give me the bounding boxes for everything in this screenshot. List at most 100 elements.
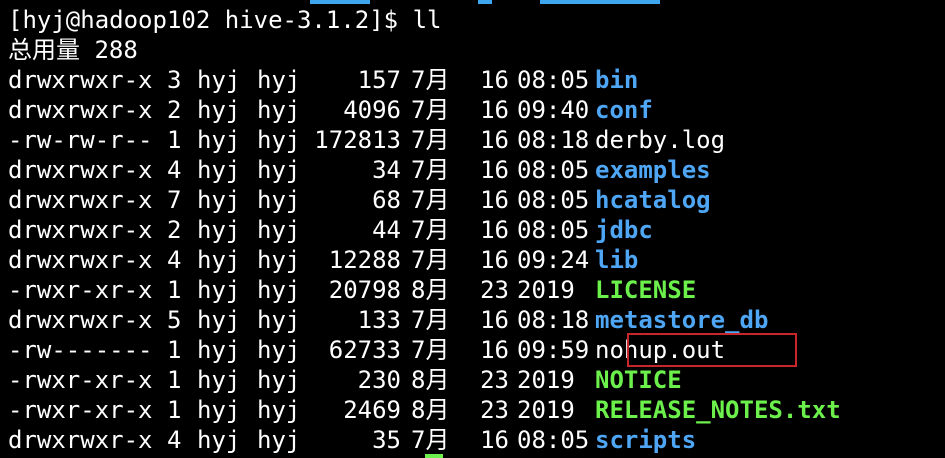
row-day: 16	[480, 186, 509, 214]
row-size: 62733	[328, 336, 401, 364]
row-name: RELEASE_NOTES.txt	[595, 396, 841, 424]
row-group: hyj	[257, 156, 301, 184]
row-day: 16	[480, 156, 509, 184]
row-day: 16	[480, 96, 509, 124]
row-size: 4096	[343, 96, 401, 124]
row-links: 4	[167, 426, 182, 454]
listing-row: -rwxr-xr-x 1 hyj hyj 20798 8月 23 2019 LICENSE	[8, 275, 696, 305]
row-links: 2	[167, 216, 182, 244]
row-owner: hyj	[197, 66, 241, 94]
row-day: 16	[480, 66, 509, 94]
row-time: 09:24	[517, 246, 590, 274]
row-links: 1	[167, 366, 182, 394]
row-size: 172813	[314, 126, 401, 154]
row-group: hyj	[257, 336, 301, 364]
row-perm: -rw-------	[8, 336, 153, 364]
row-day: 16	[480, 216, 509, 244]
row-links: 4	[167, 156, 182, 184]
row-links: 4	[167, 246, 182, 274]
row-links: 1	[167, 276, 182, 304]
row-group: hyj	[257, 366, 301, 394]
row-time: 08:05	[517, 66, 590, 94]
row-group: hyj	[257, 66, 301, 94]
row-links: 1	[167, 336, 182, 364]
listing-row: -rw------- 1 hyj hyj 62733 7月 16 09:59 nohup.out	[8, 335, 725, 365]
row-perm: -rwxr-xr-x	[8, 276, 153, 304]
row-month: 7月	[411, 426, 450, 454]
row-perm: drwxrwxr-x	[8, 186, 153, 214]
row-month: 8月	[411, 396, 450, 424]
listing-row: drwxrwxr-x 2 hyj hyj 44 7月 16 08:05 jdbc	[8, 215, 653, 245]
row-size: 230	[357, 366, 401, 394]
row-name: LICENSE	[595, 276, 697, 304]
row-day: 16	[480, 246, 509, 274]
row-name: NOTICE	[595, 366, 682, 394]
row-size: 44	[372, 216, 401, 244]
row-day: 23	[480, 366, 509, 394]
row-time: 09:59	[517, 336, 590, 364]
row-perm: -rw-rw-r--	[8, 126, 153, 154]
row-month: 8月	[411, 366, 450, 394]
row-perm: -rwxr-xr-x	[8, 396, 153, 424]
row-day: 16	[480, 306, 509, 334]
cut-off-text-fragment	[310, 0, 370, 4]
listing-row: drwxrwxr-x 7 hyj hyj 68 7月 16 08:05 hcatalog	[8, 185, 711, 215]
row-day: 16	[480, 336, 509, 364]
row-perm: drwxrwxr-x	[8, 246, 153, 274]
row-group: hyj	[257, 186, 301, 214]
row-month: 8月	[411, 276, 450, 304]
row-day: 23	[480, 396, 509, 424]
row-time: 08:18	[517, 306, 590, 334]
row-name: conf	[595, 96, 653, 124]
row-name: scripts	[595, 426, 697, 454]
listing-row: drwxrwxr-x 2 hyj hyj 4096 7月 16 09:40 conf	[8, 95, 653, 125]
shell-prompt: [hyj@hadoop102 hive-3.1.2]$ ll	[8, 6, 442, 34]
row-month: 7月	[411, 246, 450, 274]
row-time: 08:18	[517, 126, 590, 154]
row-time: 09:40	[517, 96, 590, 124]
row-size: 34	[372, 156, 401, 184]
row-group: hyj	[257, 126, 301, 154]
listing-row: -rw-rw-r-- 1 hyj hyj 172813 7月 16 08:18 derby.lo…	[8, 125, 725, 155]
row-month: 7月	[411, 156, 450, 184]
row-size: 35	[372, 426, 401, 454]
row-name: derby.log	[595, 126, 726, 154]
row-name: lib	[595, 246, 639, 274]
row-perm: drwxrwxr-x	[8, 306, 153, 334]
row-time: 08:05	[517, 426, 590, 454]
row-size: 2469	[343, 396, 401, 424]
row-size: 157	[357, 66, 401, 94]
row-links: 2	[167, 96, 182, 124]
row-owner: hyj	[197, 336, 241, 364]
row-owner: hyj	[197, 96, 241, 124]
row-group: hyj	[257, 246, 301, 274]
row-day: 16	[480, 126, 509, 154]
row-links: 3	[167, 66, 182, 94]
row-name: metastore_db	[595, 306, 769, 334]
highlight-box-nohup	[627, 333, 797, 367]
row-month: 7月	[411, 66, 450, 94]
row-owner: hyj	[197, 156, 241, 184]
row-owner: hyj	[197, 306, 241, 334]
row-name: examples	[595, 156, 711, 184]
row-perm: drwxrwxr-x	[8, 66, 153, 94]
row-owner: hyj	[197, 396, 241, 424]
row-month: 7月	[411, 186, 450, 214]
listing-row: -rwxr-xr-x 1 hyj hyj 2469 8月 23 2019 RELEASE_NOT…	[8, 395, 841, 425]
listing-row: drwxrwxr-x 5 hyj hyj 133 7月 16 08:18 metastore_d…	[8, 305, 768, 335]
row-size: 20798	[328, 276, 401, 304]
row-perm: drwxrwxr-x	[8, 426, 153, 454]
row-group: hyj	[257, 96, 301, 124]
listing-row: -rwxr-xr-x 1 hyj hyj 230 8月 23 2019 NOTICE	[8, 365, 682, 395]
row-perm: drwxrwxr-x	[8, 96, 153, 124]
row-month: 7月	[411, 126, 450, 154]
cut-off-text-fragment	[540, 0, 660, 4]
row-name: hcatalog	[595, 186, 711, 214]
row-group: hyj	[257, 306, 301, 334]
row-owner: hyj	[197, 126, 241, 154]
listing-row: drwxrwxr-x 3 hyj hyj 157 7月 16 08:05 bin	[8, 65, 638, 95]
row-group: hyj	[257, 426, 301, 454]
listing-row: drwxrwxr-x 4 hyj hyj 34 7月 16 08:05 examples	[8, 155, 711, 185]
terminal-window[interactable]: [hyj@hadoop102 hive-3.1.2]$ ll 总用量 288 d…	[0, 0, 945, 458]
row-links: 7	[167, 186, 182, 214]
